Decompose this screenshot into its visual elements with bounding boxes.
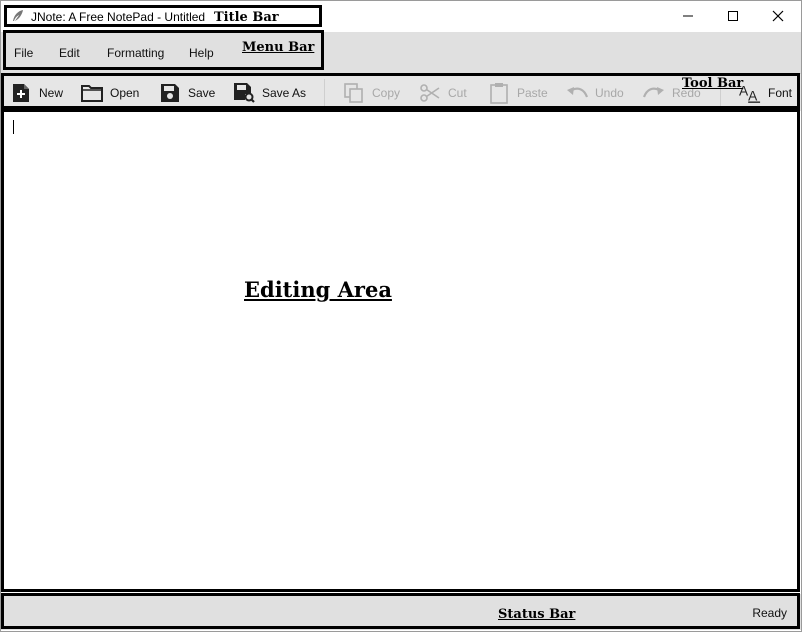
app-window: JNote: A Free NotePad - Untitled File Ed…: [0, 0, 802, 632]
copy-button[interactable]: Copy: [343, 74, 400, 112]
open-button[interactable]: Open: [81, 74, 139, 112]
menu-file[interactable]: File: [14, 46, 33, 60]
text-caret: [13, 120, 14, 134]
maximize-icon: [728, 11, 738, 21]
tool-bar: New Open Save Save As Copy Cut Paste Und…: [1, 73, 801, 111]
menu-help[interactable]: Help: [189, 46, 214, 60]
menu-formatting[interactable]: Formatting: [107, 46, 164, 60]
folder-icon: [81, 82, 103, 104]
status-text: Ready: [752, 606, 787, 620]
redo-icon: [643, 82, 665, 104]
close-icon: [772, 10, 784, 22]
undo-label: Undo: [595, 86, 624, 100]
new-file-icon: [10, 82, 32, 104]
tool-bar-annotation: Tool Bar: [682, 76, 744, 91]
menu-bar-annotation: Menu Bar: [242, 40, 315, 55]
status-bar: Ready: [1, 594, 801, 630]
window-title: JNote: A Free NotePad - Untitled: [31, 10, 206, 24]
minimize-button[interactable]: [665, 1, 711, 31]
paste-button[interactable]: Paste: [488, 74, 548, 112]
save-label: Save: [188, 86, 216, 100]
svg-text:A: A: [748, 88, 758, 103]
new-button[interactable]: New: [10, 74, 63, 112]
paste-label: Paste: [517, 86, 548, 100]
status-bar-annotation: Status Bar: [498, 607, 576, 622]
save-icon: [159, 82, 181, 104]
cut-button[interactable]: Cut: [419, 74, 467, 112]
minimize-icon: [683, 15, 693, 17]
clipboard-icon: [488, 82, 510, 104]
copy-icon: [343, 82, 365, 104]
close-button[interactable]: [755, 1, 801, 31]
save-button[interactable]: Save: [159, 74, 215, 112]
editing-area[interactable]: [3, 111, 800, 592]
copy-label: Copy: [372, 86, 401, 100]
toolbar-separator: [324, 79, 325, 107]
font-button[interactable]: AA Font: [739, 74, 792, 112]
maximize-button[interactable]: [710, 1, 756, 31]
undo-button[interactable]: Undo: [566, 74, 624, 112]
save-as-button[interactable]: Save As: [233, 74, 306, 112]
title-bar[interactable]: JNote: A Free NotePad - Untitled: [1, 1, 801, 32]
cut-label: Cut: [448, 86, 467, 100]
scissors-icon: [419, 82, 441, 104]
feather-icon: [11, 9, 25, 23]
editing-area-annotation: Editing Area: [244, 277, 392, 302]
save-as-label: Save As: [262, 86, 307, 100]
open-label: Open: [110, 86, 140, 100]
new-label: New: [39, 86, 64, 100]
undo-icon: [566, 82, 588, 104]
title-bar-annotation: Title Bar: [214, 10, 279, 25]
menu-edit[interactable]: Edit: [59, 46, 80, 60]
save-as-icon: [233, 82, 255, 104]
font-label: Font: [768, 86, 793, 100]
menu-bar: File Edit Formatting Help: [1, 32, 801, 73]
